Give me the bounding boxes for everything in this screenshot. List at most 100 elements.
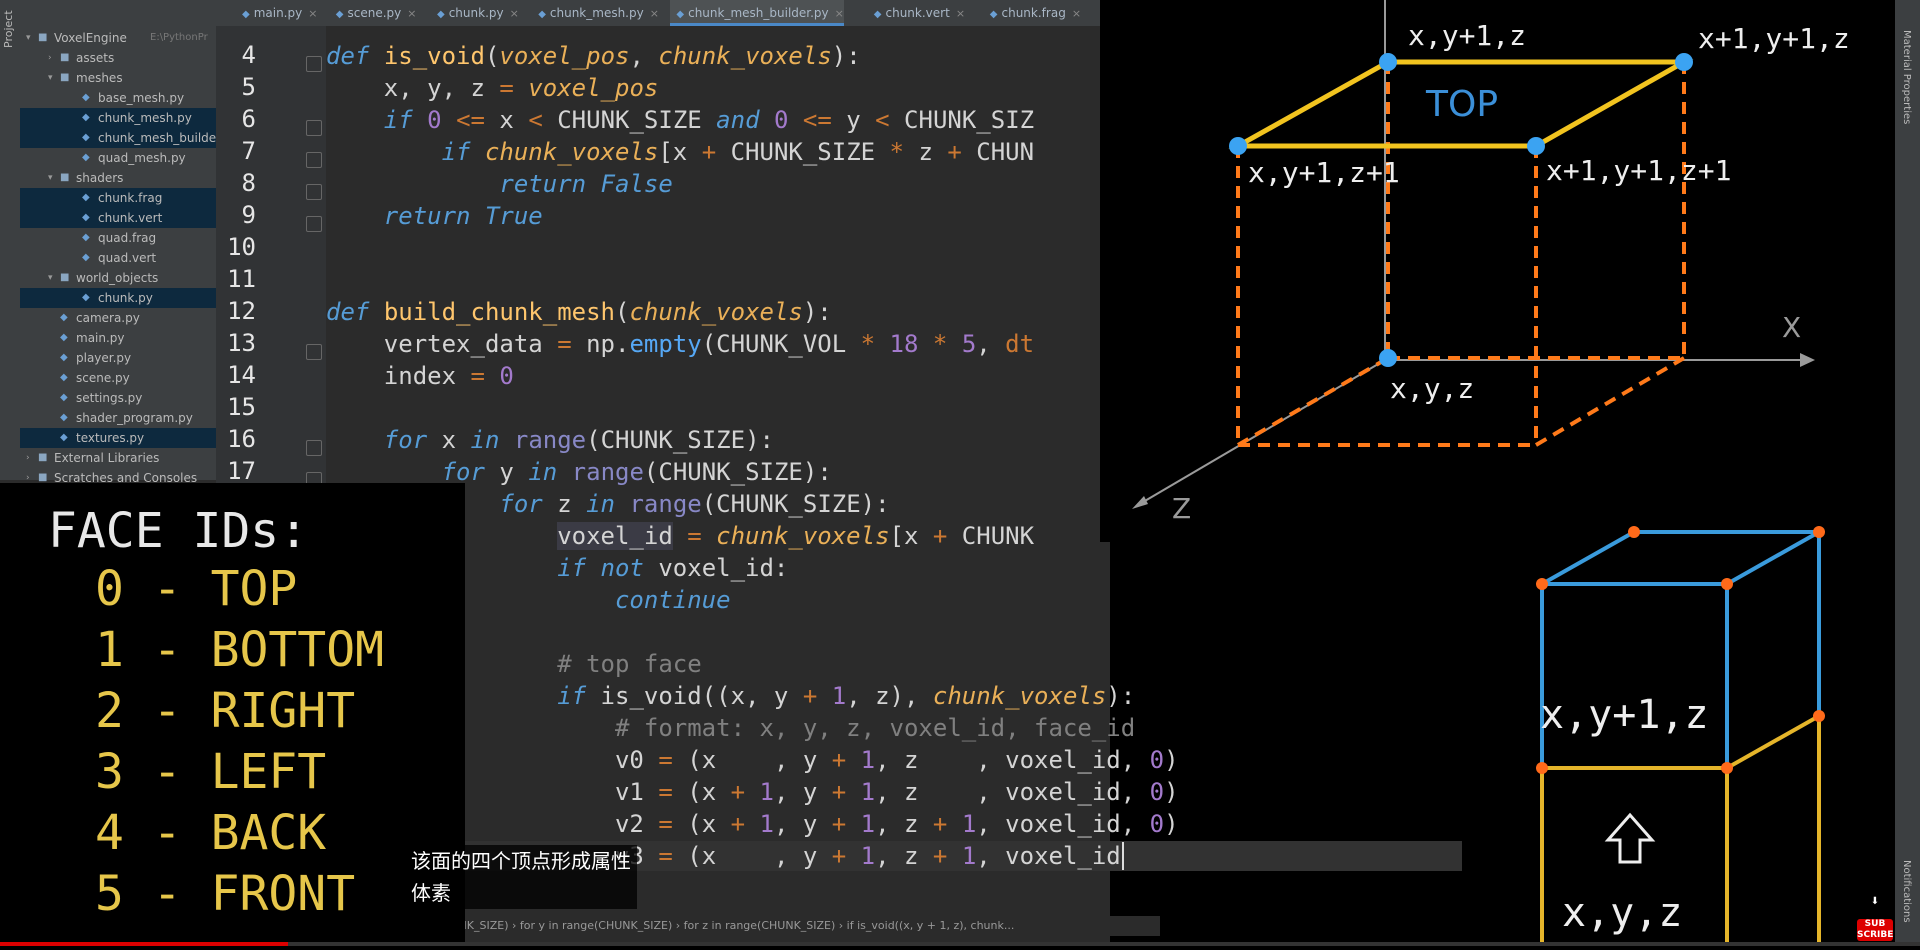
tree-item[interactable]: ◆ settings.py xyxy=(20,388,216,408)
tree-item-label: base_mesh.py xyxy=(98,91,185,105)
file-icon: ◆ xyxy=(242,9,250,20)
vertex-label: x+1,y+1,z xyxy=(1698,22,1850,55)
folder-icon: ■ xyxy=(60,52,70,63)
folder-icon: ■ xyxy=(38,452,48,463)
code-line: index = 0 xyxy=(326,362,514,390)
tree-item[interactable]: ◆ scene.py xyxy=(20,368,216,388)
file-icon: ◆ xyxy=(676,9,685,20)
fold-marker-icon[interactable] xyxy=(306,120,322,136)
editor-tab[interactable]: ◆ chunk_mesh_builder.py × xyxy=(670,0,844,26)
chevron-right-icon[interactable]: › xyxy=(26,448,30,468)
editor-tab[interactable]: ◆ chunk.frag × xyxy=(984,0,1081,26)
editor-tab[interactable]: ◆ chunk.vert × xyxy=(868,0,965,26)
line-number: 11 xyxy=(227,265,256,293)
tree-item[interactable]: ◆ chunk_mesh_builder xyxy=(20,128,221,148)
editor-tab[interactable]: ◆ main.py × xyxy=(236,0,317,26)
tree-item[interactable]: ◆ main.py xyxy=(20,328,216,348)
tree-item[interactable]: ◆ quad_mesh.py xyxy=(20,148,216,168)
tree-item[interactable]: ◆ shader_program.py xyxy=(20,408,216,428)
tree-item[interactable]: ◆ base_mesh.py xyxy=(20,88,216,108)
tree-item[interactable]: ◆ chunk.vert xyxy=(20,208,216,228)
tree-item[interactable]: ▾ ■ VoxelEngine E:\PythonPr xyxy=(20,28,216,48)
notifications-tab[interactable]: Notifications xyxy=(1901,860,1912,923)
tree-item-label: chunk.vert xyxy=(98,211,163,225)
line-number: 5 xyxy=(241,73,256,101)
folder-icon: ■ xyxy=(38,32,48,43)
tree-item[interactable]: ◆ camera.py xyxy=(20,308,216,328)
chevron-down-icon[interactable]: ▾ xyxy=(48,168,53,188)
tree-item[interactable]: ◆ chunk.frag xyxy=(20,188,216,208)
chevron-right-icon[interactable]: › xyxy=(48,48,52,68)
subscribe-button[interactable]: ⬇ SUB SCRIBE xyxy=(1857,896,1893,941)
tree-item-label: shader_program.py xyxy=(76,411,193,425)
arrow-up-icon xyxy=(1604,812,1656,864)
tab-label: chunk_mesh.py xyxy=(549,6,644,20)
close-icon[interactable]: × xyxy=(510,7,519,20)
fold-marker-icon[interactable] xyxy=(306,152,322,168)
chevron-down-icon[interactable]: ▾ xyxy=(26,28,31,48)
close-icon[interactable]: × xyxy=(835,7,844,20)
tree-item-label: quad.frag xyxy=(98,231,157,245)
tree-item-label: chunk_mesh.py xyxy=(98,111,192,125)
tree-item[interactable]: ▾ ■ meshes xyxy=(20,68,216,88)
z-axis-label: Z xyxy=(1172,492,1191,525)
tree-item[interactable]: ▾ ■ shaders xyxy=(20,168,216,188)
video-subtitle: 该面的四个顶点形成属性 体素 xyxy=(405,845,637,909)
editor-tab[interactable]: ◆ chunk.py × xyxy=(431,0,519,26)
line-number: 14 xyxy=(227,361,256,389)
face-id-row: 0 - TOP xyxy=(95,561,298,617)
tree-item[interactable]: ◆ chunk_mesh.py xyxy=(20,108,216,128)
tree-item[interactable]: ◆ quad.frag xyxy=(20,228,216,248)
folder-icon: ■ xyxy=(60,272,70,283)
tree-item[interactable]: ◆ textures.py xyxy=(20,428,216,448)
fold-marker-icon[interactable] xyxy=(306,184,322,200)
file-icon: ◆ xyxy=(538,9,546,20)
code-line: if 0 <= x < CHUNK_SIZE and 0 <= y < CHUN… xyxy=(383,106,1035,134)
tree-item-label: camera.py xyxy=(76,311,140,325)
breadcrumb[interactable]: ...UNK_SIZE) › for y in range(CHUNK_SIZE… xyxy=(440,916,1160,936)
file-icon: ◆ xyxy=(82,232,90,243)
line-number: 4 xyxy=(241,41,256,69)
fold-marker-icon[interactable] xyxy=(306,56,322,72)
close-icon[interactable]: × xyxy=(956,7,965,20)
tree-item[interactable]: ▾ ■ world_objects xyxy=(20,268,216,288)
file-icon: ◆ xyxy=(82,152,90,163)
editor-tab[interactable]: ◆ chunk_mesh.py × xyxy=(532,0,659,26)
tree-item-label: settings.py xyxy=(76,391,143,405)
close-icon[interactable]: × xyxy=(1072,7,1081,20)
material-properties-tab[interactable]: Material Properties xyxy=(1901,30,1912,124)
tree-item[interactable]: ◆ chunk.py xyxy=(20,288,216,308)
file-icon: ◆ xyxy=(873,9,882,20)
tab-label: chunk.vert xyxy=(885,6,950,20)
fold-marker-icon[interactable] xyxy=(306,344,322,360)
project-path: E:\PythonPr xyxy=(150,32,208,43)
file-icon: ◆ xyxy=(82,192,90,203)
code-line: def is_void(voxel_pos, chunk_voxels): xyxy=(326,42,861,70)
close-icon[interactable]: × xyxy=(308,7,317,20)
tool-window-strip: Project xyxy=(0,0,21,480)
project-tool-label[interactable]: Project xyxy=(2,10,15,48)
chevron-down-icon[interactable]: ▾ xyxy=(48,68,53,88)
tab-label: chunk.frag xyxy=(1001,6,1066,20)
close-icon[interactable]: × xyxy=(650,7,659,20)
tree-item-label: meshes xyxy=(76,71,123,85)
cube-diagram: x,y+1,z x+1,y+1,z x,y+1,z+1 x+1,y+1,z+1 … xyxy=(1132,0,1850,525)
editor-tab[interactable]: ◆ scene.py × xyxy=(330,0,417,26)
tree-item[interactable]: › ■ External Libraries xyxy=(20,448,216,468)
fold-marker-icon[interactable] xyxy=(306,440,322,456)
x-axis-arrow xyxy=(1800,353,1815,367)
tab-label: scene.py xyxy=(347,6,402,20)
cursor-icon: ⬇ xyxy=(1870,896,1880,907)
tree-item-label: textures.py xyxy=(76,431,145,445)
tree-item[interactable]: ◆ quad.vert xyxy=(20,248,216,268)
line-number: 9 xyxy=(241,201,256,229)
line-number: 10 xyxy=(227,233,256,261)
tree-item[interactable]: › ■ assets xyxy=(20,48,216,68)
close-icon[interactable]: × xyxy=(407,7,416,20)
tree-item[interactable]: ◆ player.py xyxy=(20,348,216,368)
tab-label: main.py xyxy=(253,6,303,20)
video-progress-bar[interactable] xyxy=(0,942,1920,946)
fold-marker-icon[interactable] xyxy=(306,216,322,232)
chevron-down-icon[interactable]: ▾ xyxy=(48,268,53,288)
face-id-row: 5 - FRONT xyxy=(95,866,356,922)
